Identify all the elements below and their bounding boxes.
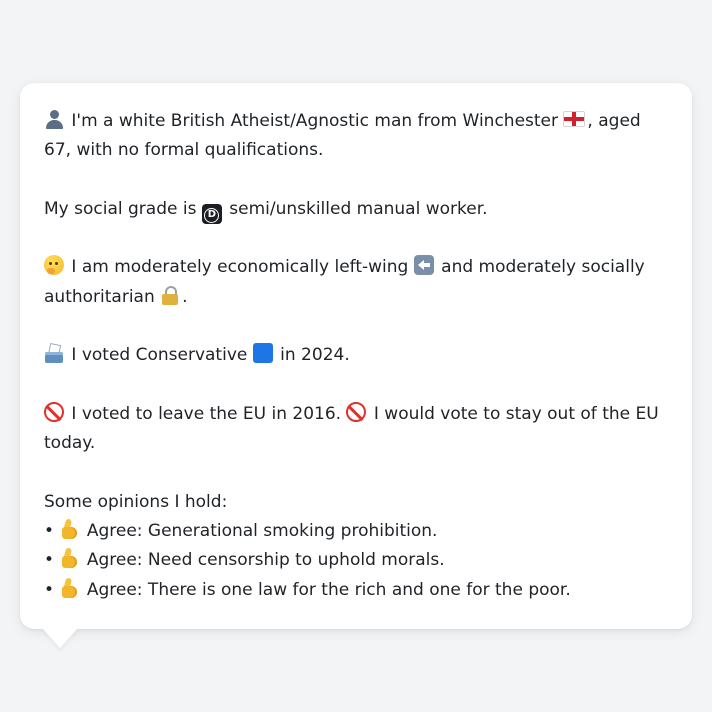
vote-paragraph: I voted Conservative in 2024. — [44, 341, 668, 370]
bullet-point: • — [44, 521, 55, 542]
opinion-item: • Agree: There is one law for the rich a… — [44, 576, 668, 605]
thumbs-up-icon — [59, 519, 79, 540]
left-arrow-icon — [413, 255, 434, 276]
lock-icon — [160, 285, 180, 305]
vote-text-b: in 2024. — [280, 345, 350, 366]
bust-in-silhouette-icon — [44, 109, 64, 129]
england-flag-icon — [563, 111, 586, 127]
speech-bubble-tail — [42, 628, 78, 648]
thumbs-up-icon — [59, 578, 79, 598]
profile-message-bubble: I'm a white British Atheist/Agnostic man… — [20, 83, 692, 629]
politics-text-a: I am moderately economically left-wing — [71, 257, 409, 278]
social-grade-text-a: My social grade is — [44, 198, 197, 219]
opinion-item: • Agree: Generational smoking prohibitio… — [44, 517, 668, 546]
letter-d-square-icon: D — [201, 203, 222, 224]
eu-paragraph: I voted to leave the EU in 2016. I would… — [44, 400, 668, 459]
opinion-item: • Agree: Need censorship to uphold moral… — [44, 546, 668, 575]
intro-paragraph: I'm a white British Atheist/Agnostic man… — [44, 107, 668, 166]
politics-paragraph: I am moderately economically left-wing a… — [44, 253, 668, 312]
politics-text-c: . — [182, 286, 188, 307]
opinion-text: Agree: There is one law for the rich and… — [86, 579, 571, 600]
opinions-heading: Some opinions I hold: — [44, 491, 228, 512]
bullet-point: • — [44, 579, 55, 600]
social-grade-text-b: semi/unskilled manual worker. — [229, 198, 488, 219]
opinion-text: Agree: Need censorship to uphold morals. — [86, 550, 445, 571]
thumbs-up-icon — [59, 548, 79, 569]
vote-text-a: I voted Conservative — [71, 345, 248, 366]
prohibited-icon — [346, 401, 367, 422]
blue-square-icon — [252, 343, 273, 364]
prohibited-icon — [44, 401, 64, 422]
thinking-face-icon — [44, 255, 64, 276]
opinion-text: Agree: Generational smoking prohibition. — [86, 521, 438, 542]
bullet-point: • — [44, 550, 55, 571]
eu-text-a: I voted to leave the EU in 2016. — [71, 403, 342, 424]
ballot-box-icon — [44, 343, 64, 364]
social-grade-paragraph: My social grade is D semi/unskilled manu… — [44, 195, 668, 224]
intro-text-a: I'm a white British Atheist/Agnostic man… — [71, 111, 559, 131]
